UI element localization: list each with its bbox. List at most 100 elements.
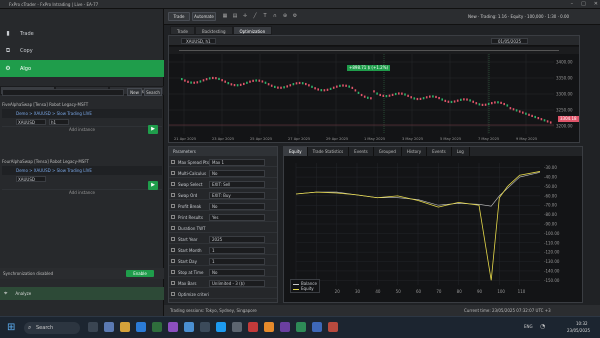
folder-icon[interactable]	[120, 322, 130, 332]
symbol-select[interactable]: XAUUSD	[16, 119, 46, 125]
param-row[interactable]: Print Results Yes	[169, 213, 277, 222]
symbol-select[interactable]: XAUUSD, h1	[181, 38, 216, 44]
app-icon-12[interactable]	[328, 322, 338, 332]
app-icon-11[interactable]	[312, 322, 322, 332]
search-input[interactable]	[2, 89, 124, 96]
param-row[interactable]: Max Spread Pts Max 1	[169, 158, 277, 167]
play-button[interactable]: ▶	[148, 125, 158, 134]
app-icon-2[interactable]	[168, 322, 178, 332]
tab-log[interactable]: Log	[452, 147, 470, 156]
param-checkbox[interactable]	[171, 204, 175, 208]
language-indicator[interactable]: ENG	[524, 324, 533, 329]
param-value[interactable]: No	[209, 169, 265, 177]
app-icon-5[interactable]	[216, 322, 226, 332]
trade-button[interactable]: Trade	[168, 12, 190, 21]
param-value[interactable]: No	[209, 202, 265, 210]
tab-backtesting[interactable]: Backtesting	[194, 26, 233, 35]
app-icon-4[interactable]	[200, 322, 210, 332]
start-icon[interactable]: ⊞	[7, 322, 15, 333]
app-icon[interactable]	[104, 322, 114, 332]
param-checkbox[interactable]	[171, 182, 175, 186]
param-row[interactable]: Swap Ord EXIT: Buy	[169, 191, 277, 200]
add-instance-button[interactable]: Add instance	[2, 189, 162, 197]
tab-trade[interactable]: Trade	[170, 26, 195, 35]
param-row[interactable]: Start Year 2025	[169, 235, 277, 244]
param-checkbox[interactable]	[171, 237, 175, 241]
param-value[interactable]: EXIT: Buy	[209, 191, 265, 199]
settings-icon[interactable]: ⚙	[292, 13, 298, 19]
app-icon-7[interactable]	[248, 322, 258, 332]
param-row[interactable]: Start Month 1	[169, 246, 277, 255]
text-icon[interactable]: T	[262, 13, 268, 19]
tab-optimization[interactable]: Optimization	[232, 26, 273, 35]
robot-instance[interactable]: Demo > XAUUSD > Slow Trading LIVE	[2, 109, 162, 118]
param-checkbox[interactable]	[171, 292, 175, 296]
param-row[interactable]: Stop at Time No	[169, 268, 277, 277]
maximize-icon[interactable]: □	[581, 1, 586, 7]
play-button[interactable]: ▶	[148, 181, 158, 190]
magnet-icon[interactable]: ∩	[272, 13, 278, 19]
clock-date[interactable]: 23/05/2025	[567, 328, 590, 333]
app-icon-8[interactable]	[264, 322, 274, 332]
param-value[interactable]: 1	[209, 246, 265, 254]
param-row[interactable]: Start Day 1	[169, 257, 277, 266]
new-button[interactable]: New	[127, 88, 142, 96]
robot-instance[interactable]: Demo > XAUUSD > Slow Trading LIVE	[2, 166, 162, 175]
param-value[interactable]: EXIT: Sell	[209, 180, 265, 188]
wifi-icon[interactable]: ◔	[540, 323, 545, 330]
param-value[interactable]: 2025	[209, 235, 265, 243]
param-row[interactable]: Swap Select EXIT: Sell	[169, 180, 277, 189]
cursor-icon[interactable]: ✛	[242, 13, 248, 19]
analyze-item[interactable]: ⌖ Analyze	[0, 287, 164, 300]
line-icon[interactable]: ╱	[252, 13, 258, 19]
chart-icon[interactable]: ▤	[232, 13, 238, 19]
clock-time[interactable]: 10:32	[576, 321, 588, 326]
param-row[interactable]: Max Bars Unlimited - 3 ($)	[169, 279, 277, 288]
param-checkbox[interactable]	[171, 215, 175, 219]
tab-trade-statistics[interactable]: Trade Statistics	[308, 147, 350, 156]
param-checkbox[interactable]	[171, 171, 175, 175]
param-row[interactable]: Optimize criteria	[169, 290, 277, 299]
param-checkbox[interactable]	[171, 160, 175, 164]
taskview-icon[interactable]	[88, 322, 98, 332]
tab-equity[interactable]: Equity	[284, 147, 308, 156]
param-value[interactable]: Yes	[209, 213, 265, 221]
symbol-select[interactable]: XAUUSD	[16, 176, 46, 182]
taskbar-search[interactable]: Search	[24, 322, 80, 334]
param-value[interactable]: Unlimited - 3 ($)	[209, 279, 265, 287]
tab-grouped[interactable]: Grouped	[374, 147, 402, 156]
edge-icon[interactable]	[136, 322, 146, 332]
robot-header[interactable]: FiveAlphaSwap [Tensa] Robot Legacy-MSFT	[2, 102, 162, 109]
param-row[interactable]: Profit Break No	[169, 202, 277, 211]
chart-slider-bar[interactable]	[169, 47, 579, 54]
param-row[interactable]: Duration TWT	[169, 224, 277, 233]
equity-chart[interactable]: -30.00 -40.00 -50.00 -60.00 -70.00 -80.00 -90.…	[288, 159, 570, 299]
param-row[interactable]: Multi-Calculus No	[169, 169, 277, 178]
tab-history[interactable]: History	[402, 147, 428, 156]
close-icon[interactable]: ✕	[594, 1, 598, 7]
enable-sync-button[interactable]: Enable	[126, 270, 154, 277]
tab-events[interactable]: Events	[349, 147, 374, 156]
minimize-icon[interactable]: –	[571, 1, 574, 7]
nav-item-algo[interactable]: ⚙ Algo	[0, 60, 164, 77]
app-icon-3[interactable]	[184, 322, 194, 332]
automate-button[interactable]: Automate	[192, 12, 216, 21]
add-instance-button[interactable]: Add instance	[2, 126, 162, 134]
param-checkbox[interactable]	[171, 270, 175, 274]
param-checkbox[interactable]	[171, 259, 175, 263]
param-checkbox[interactable]	[171, 193, 175, 197]
param-value[interactable]: No	[209, 268, 265, 276]
timeframe-select[interactable]: h1	[49, 119, 69, 125]
nav-item-copy[interactable]: ⧉ Copy	[0, 42, 164, 59]
layout-icon[interactable]: ▦	[222, 13, 228, 19]
param-checkbox[interactable]	[171, 248, 175, 252]
param-checkbox[interactable]	[171, 281, 175, 285]
date-range-select[interactable]: 01/05/2025	[491, 38, 529, 44]
param-value[interactable]: 1	[209, 257, 265, 265]
param-checkbox[interactable]	[171, 226, 175, 230]
ctrader-icon[interactable]	[152, 322, 162, 332]
app-icon-6[interactable]	[232, 322, 242, 332]
robot-header[interactable]: FourAlphaSwap [Tensa] Robot Legacy-MSFT	[2, 159, 162, 166]
app-icon-10[interactable]	[296, 322, 306, 332]
param-value[interactable]: Max 1	[209, 158, 265, 166]
